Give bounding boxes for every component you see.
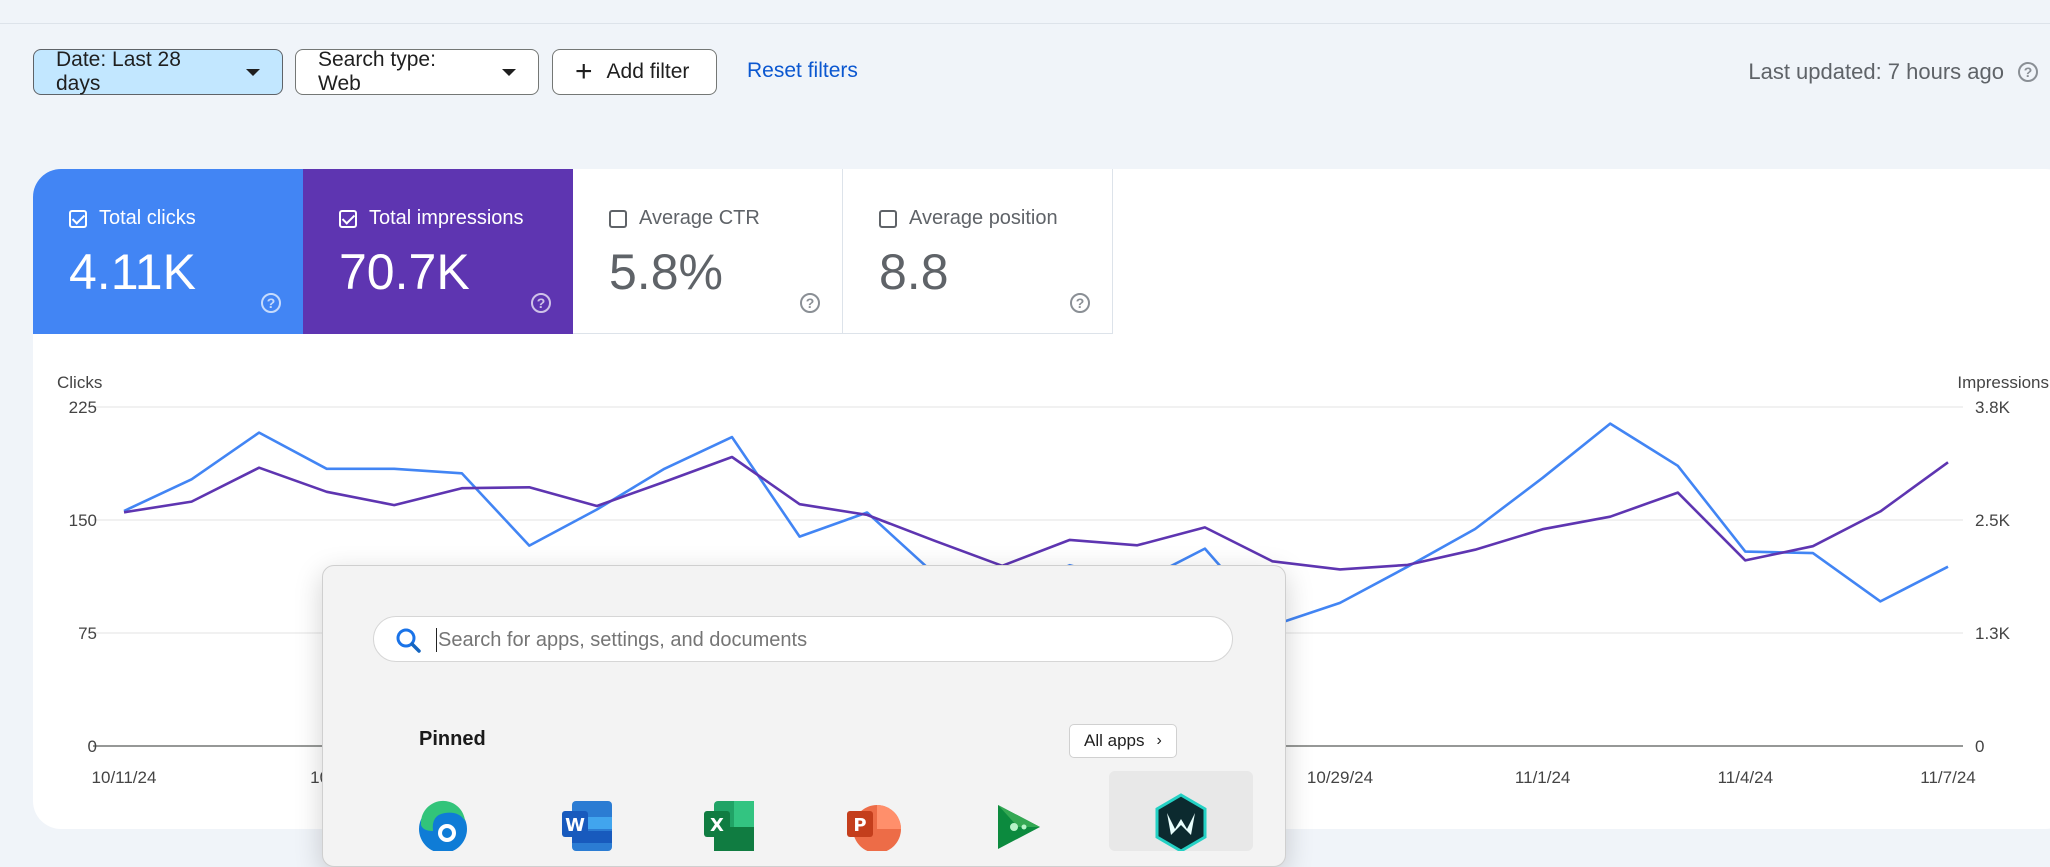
pinned-heading: Pinned (419, 728, 486, 750)
y-right-axis-label: Impressions (1957, 373, 2049, 392)
y-left-tick-label: 75 (78, 624, 97, 643)
y-left-tick-label: 150 (69, 511, 97, 530)
chevron-right-icon: › (1156, 732, 1162, 749)
start-search-input[interactable] (436, 624, 1200, 656)
word-icon[interactable]: W (558, 791, 618, 851)
powerpoint-icon[interactable]: P (843, 791, 903, 853)
y-right-tick-label: 3.8K (1975, 398, 2011, 417)
search-type-label: Search type: Web (318, 48, 436, 95)
y-left-axis-label: Clicks (57, 373, 102, 392)
start-search-box[interactable] (373, 616, 1233, 662)
search-type-chip[interactable]: Search type: Web (295, 48, 539, 95)
x-tick-label: 11/7/24 (1920, 768, 1975, 787)
predator-sense-icon[interactable] (1109, 771, 1253, 851)
y-right-tick-label: 1.3K (1975, 624, 2011, 643)
plus-icon: + (575, 55, 593, 88)
y-right-tick-label: 2.5K (1975, 511, 2011, 530)
edge-icon[interactable] (413, 791, 473, 853)
text-cursor (436, 628, 437, 652)
y-right-tick-label: 0 (1975, 737, 1984, 756)
help-icon[interactable]: ? (2018, 62, 2038, 82)
x-tick-label: 10/29/24 (1307, 768, 1373, 787)
all-apps-label: All apps (1084, 731, 1145, 750)
y-left-tick-label: 0 (88, 737, 97, 756)
all-apps-button[interactable]: All apps › (1069, 724, 1177, 758)
date-filter-label: Date: Last 28 days (56, 48, 181, 95)
date-filter-chip[interactable]: Date: Last 28 days (33, 48, 283, 95)
add-filter-button[interactable]: + Add filter (552, 49, 717, 95)
top-divider (0, 23, 2050, 24)
last-updated-text: Last updated: 7 hours ago (1748, 59, 2004, 84)
start-menu: Pinned All apps › W X (322, 565, 1286, 867)
y-left-tick-label: 225 (69, 398, 97, 417)
dropdown-arrow-icon (502, 68, 516, 76)
svg-text:W: W (565, 815, 585, 836)
reset-filters-link[interactable]: Reset filters (747, 59, 858, 83)
svg-text:X: X (710, 815, 724, 836)
svg-text:P: P (853, 815, 866, 836)
dropdown-arrow-icon (246, 68, 260, 76)
excel-icon[interactable]: X (700, 791, 760, 851)
x-tick-label: 11/1/24 (1515, 768, 1570, 787)
x-tick-label: 11/4/24 (1718, 768, 1773, 787)
x-tick-label: 10/11/24 (92, 768, 157, 787)
series-line-impressions (123, 455, 1949, 571)
google-play-games-icon[interactable] (988, 791, 1048, 851)
search-icon (396, 628, 421, 653)
add-filter-label: Add filter (606, 60, 690, 83)
